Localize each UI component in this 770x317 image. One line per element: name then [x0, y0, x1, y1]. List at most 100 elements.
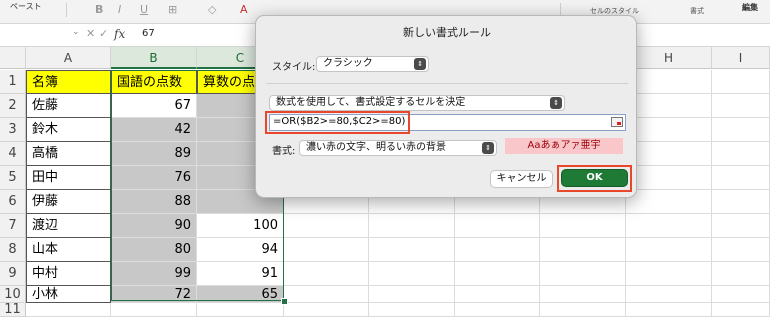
table-cell[interactable] [712, 303, 770, 317]
table-cell[interactable] [369, 238, 455, 262]
table-cell[interactable] [111, 303, 197, 317]
name-cell[interactable]: 伊藤 [26, 190, 111, 214]
table-cell[interactable] [626, 262, 712, 286]
table-cell[interactable] [712, 262, 770, 286]
row-header[interactable]: 9 [0, 262, 26, 286]
row-header[interactable]: 2 [0, 94, 26, 118]
table-cell[interactable] [455, 303, 540, 317]
table-cell[interactable] [455, 238, 540, 262]
borders-icon[interactable]: ⊞ [168, 3, 177, 16]
score-cell-japanese[interactable]: 89 [111, 142, 197, 166]
table-cell[interactable] [197, 303, 284, 317]
score-cell-japanese[interactable]: 67 [111, 94, 197, 118]
table-cell[interactable] [284, 262, 369, 286]
table-cell[interactable] [284, 238, 369, 262]
score-cell-japanese[interactable]: 80 [111, 238, 197, 262]
name-cell[interactable]: 中村 [26, 262, 111, 286]
name-cell[interactable]: 高橋 [26, 142, 111, 166]
table-cell[interactable] [626, 286, 712, 303]
row-header[interactable]: 6 [0, 190, 26, 214]
table-cell[interactable] [540, 303, 626, 317]
column-header[interactable]: H [626, 47, 712, 69]
table-cell[interactable] [712, 190, 770, 214]
table-cell[interactable] [626, 94, 712, 118]
fill-handle[interactable] [281, 298, 288, 305]
paste-button-label[interactable]: ペースト [10, 1, 42, 12]
table-cell[interactable] [284, 214, 369, 238]
function-icon[interactable]: fx [114, 27, 125, 41]
table-cell[interactable] [712, 238, 770, 262]
chevron-down-icon[interactable]: ⌄ [72, 27, 80, 37]
table-cell[interactable] [626, 303, 712, 317]
table-cell[interactable] [626, 118, 712, 142]
table-cell[interactable] [369, 286, 455, 303]
table-cell[interactable] [540, 262, 626, 286]
table-cell[interactable] [284, 286, 369, 303]
table-cell[interactable] [26, 303, 111, 317]
table-cell[interactable] [455, 214, 540, 238]
cancel-edit-icon[interactable]: ✕ [86, 27, 95, 40]
rule-type-select[interactable]: 数式を使用して、書式設定するセルを決定 ⇕ [269, 95, 565, 111]
italic-button[interactable]: I [118, 3, 121, 16]
table-cell[interactable] [455, 286, 540, 303]
score-cell-math[interactable]: 91 [197, 262, 284, 286]
table-cell[interactable] [540, 238, 626, 262]
table-cell[interactable] [712, 286, 770, 303]
row-header[interactable]: 7 [0, 214, 26, 238]
row-header[interactable]: 3 [0, 118, 26, 142]
score-cell-japanese[interactable]: 76 [111, 166, 197, 190]
row-header[interactable]: 10 [0, 286, 26, 303]
name-cell[interactable]: 渡辺 [26, 214, 111, 238]
table-cell[interactable] [540, 214, 626, 238]
edit-button[interactable]: 編集 [742, 2, 758, 13]
row-header[interactable]: 5 [0, 166, 26, 190]
font-color-icon[interactable]: A [240, 3, 248, 16]
name-cell[interactable]: 佐藤 [26, 94, 111, 118]
underline-button[interactable]: U [140, 3, 148, 16]
score-cell-japanese[interactable]: 88 [111, 190, 197, 214]
range-selector-icon[interactable] [611, 117, 623, 127]
table-cell[interactable] [369, 303, 455, 317]
score-cell-japanese[interactable]: 42 [111, 118, 197, 142]
table-cell[interactable] [626, 238, 712, 262]
score-cell-math[interactable]: 94 [197, 238, 284, 262]
column-header[interactable]: I [712, 47, 770, 69]
score-cell-japanese[interactable]: 99 [111, 262, 197, 286]
header-cell[interactable]: 名簿 [26, 70, 111, 94]
formula-input[interactable]: 67 [142, 28, 155, 39]
score-cell-math[interactable]: 65 [197, 286, 284, 303]
table-cell[interactable] [284, 303, 369, 317]
table-cell[interactable] [712, 118, 770, 142]
name-cell[interactable]: 小林 [26, 286, 111, 303]
table-cell[interactable] [626, 142, 712, 166]
header-cell[interactable]: 国語の点数 [111, 70, 197, 94]
row-header[interactable]: 4 [0, 142, 26, 166]
score-cell-japanese[interactable]: 90 [111, 214, 197, 238]
bold-button[interactable]: B [95, 3, 103, 16]
table-cell[interactable] [712, 70, 770, 94]
score-cell-japanese[interactable]: 72 [111, 286, 197, 303]
format-button[interactable]: 書式 [690, 6, 704, 16]
fill-color-icon[interactable]: ◇ [208, 3, 216, 16]
table-cell[interactable] [369, 262, 455, 286]
row-header[interactable]: 1 [0, 70, 26, 94]
format-select[interactable]: 濃い赤の文字、明るい赤の背景 ⇕ [299, 140, 497, 156]
table-cell[interactable] [626, 166, 712, 190]
name-cell[interactable]: 山本 [26, 238, 111, 262]
column-header[interactable]: A [26, 47, 111, 69]
confirm-edit-icon[interactable]: ✓ [99, 27, 108, 40]
table-cell[interactable] [712, 214, 770, 238]
style-select[interactable]: クラシック ⇕ [316, 56, 429, 72]
table-cell[interactable] [712, 142, 770, 166]
table-cell[interactable] [455, 262, 540, 286]
table-cell[interactable] [712, 166, 770, 190]
table-cell[interactable] [626, 70, 712, 94]
table-cell[interactable] [626, 190, 712, 214]
name-cell[interactable]: 田中 [26, 166, 111, 190]
cancel-button[interactable]: キャンセル [490, 170, 553, 188]
ok-button[interactable]: OK [561, 169, 628, 187]
table-cell[interactable] [712, 94, 770, 118]
table-cell[interactable] [626, 214, 712, 238]
name-box[interactable] [0, 26, 60, 43]
table-cell[interactable] [540, 286, 626, 303]
